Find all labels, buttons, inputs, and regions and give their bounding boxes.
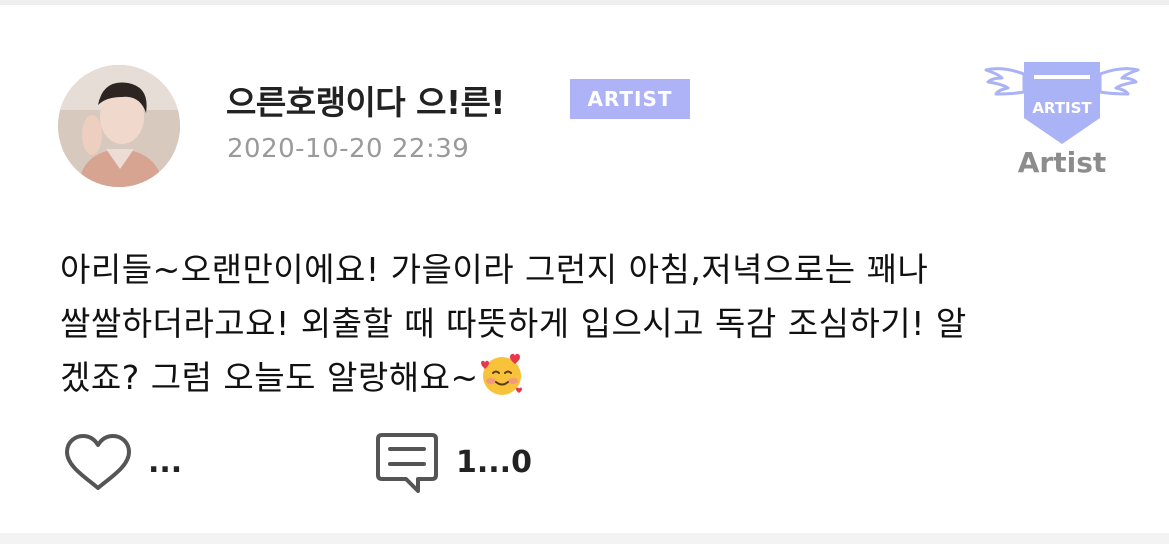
post-body: 아리들~오랜만이에요! 가을이라 그런지 아침,저녁으로는 꽤나 쌀쌀하더라고요…: [60, 243, 1120, 405]
smiling-face-with-hearts-emoji: [479, 351, 525, 397]
author-name[interactable]: 으른호랭이다 으!른!: [226, 76, 505, 124]
top-divider: [0, 0, 1169, 5]
like-count: ...: [148, 445, 183, 480]
emblem-caption: Artist: [1017, 146, 1107, 179]
emblem-label: ARTIST: [1032, 99, 1092, 117]
comment-button[interactable]: [374, 431, 440, 495]
author-avatar[interactable]: [58, 65, 180, 187]
like-button[interactable]: [63, 433, 133, 493]
post-timestamp: 2020-10-20 22:39: [227, 134, 470, 164]
post-action-bar: ... 1...0: [0, 425, 1169, 505]
artist-wings-icon: ARTIST: [984, 60, 1140, 146]
comment-count: 1...0: [456, 445, 532, 480]
bottom-divider: [0, 533, 1169, 544]
heart-icon: [65, 434, 131, 490]
artist-badge: ARTIST: [570, 79, 690, 119]
comment-icon: [376, 433, 438, 493]
